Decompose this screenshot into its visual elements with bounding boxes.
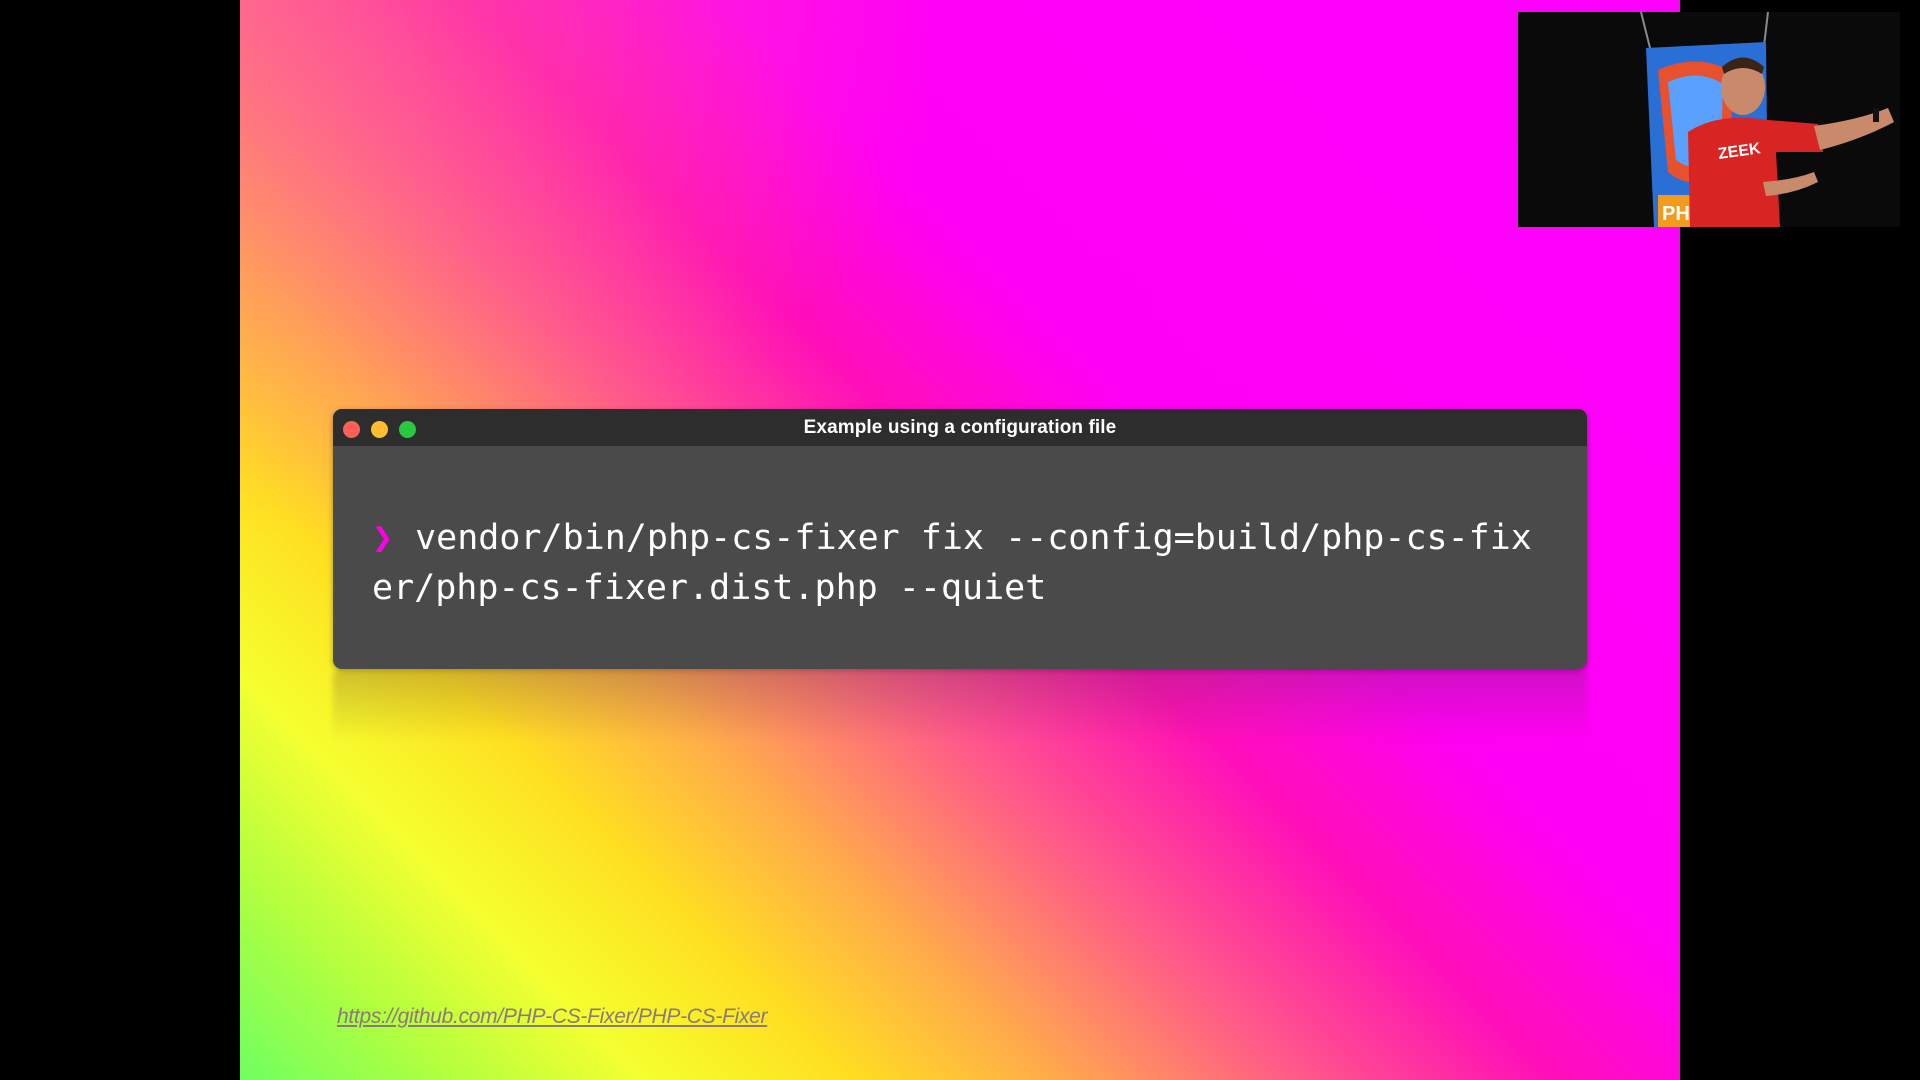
- slide: Example using a configuration file ❯ vend…: [240, 0, 1680, 1080]
- terminal-output: ❯ vendor/bin/php-cs-fixer fix --config=bu…: [333, 446, 1587, 613]
- terminal-command: vendor/bin/php-cs-fixer fix --config=bui…: [372, 518, 1532, 608]
- source-link[interactable]: https://github.com/PHP-CS-Fixer/PHP-CS-F…: [337, 1005, 768, 1029]
- terminal-window: Example using a configuration file ❯ vend…: [333, 409, 1587, 669]
- presentation-stage: Example using a configuration file ❯ vend…: [0, 0, 1920, 1080]
- prompt-chevron-icon: ❯: [372, 518, 394, 558]
- minimize-window-button[interactable]: [371, 421, 388, 438]
- maximize-window-button[interactable]: [399, 421, 416, 438]
- speaker-video-frame: PH ZEEK: [1518, 12, 1900, 227]
- terminal-reflection: [333, 671, 1587, 741]
- terminal-titlebar: Example using a configuration file: [333, 409, 1587, 446]
- speaker-webcam: PH ZEEK: [1518, 12, 1900, 227]
- close-window-button[interactable]: [343, 421, 360, 438]
- terminal-title: Example using a configuration file: [803, 416, 1117, 438]
- banner-text: PH: [1662, 203, 1690, 225]
